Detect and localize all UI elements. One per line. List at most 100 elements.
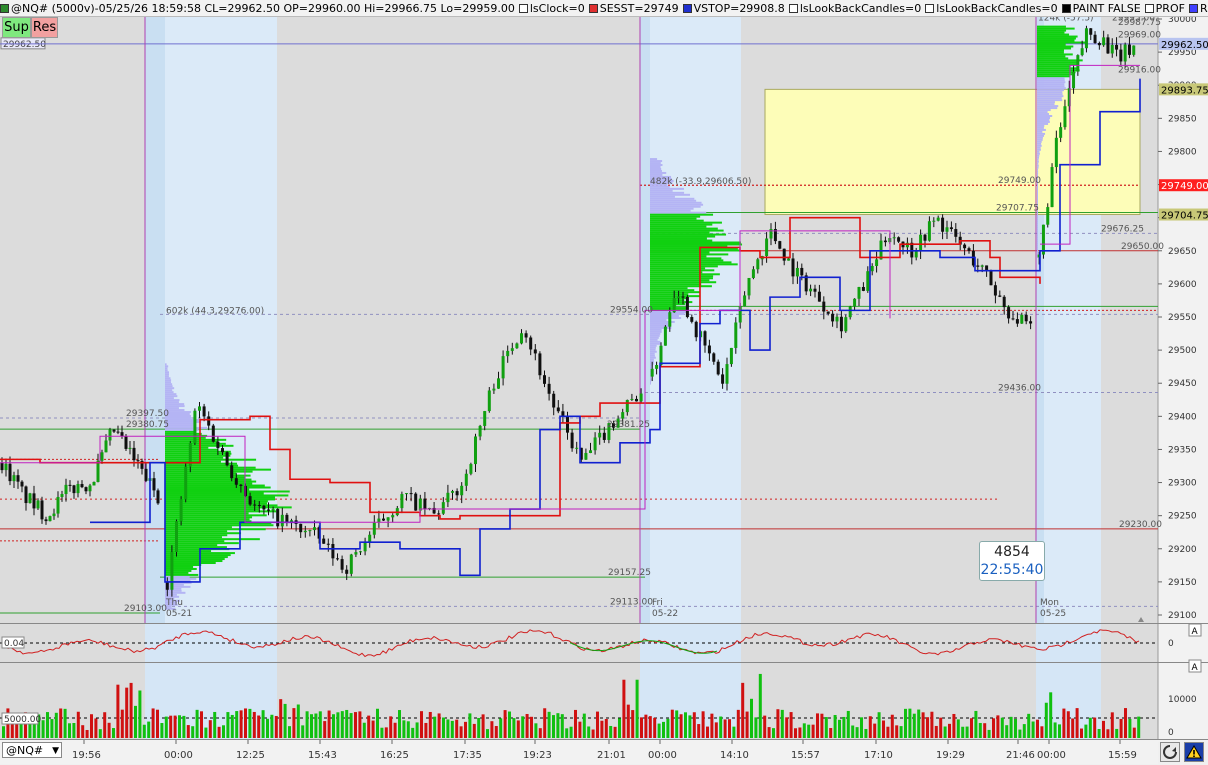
header-item-text: @NQ# (5000v)-05/25/26 18:59:58 CL=29962.… [11, 1, 515, 15]
volume-bar [142, 724, 146, 738]
candle-body [16, 475, 20, 482]
candle-body [826, 311, 830, 314]
volume-bar [1058, 724, 1061, 738]
volume-bar [516, 720, 520, 738]
volume-bar [692, 712, 696, 738]
candle-body [734, 322, 738, 348]
volume-profile-bar [1037, 142, 1042, 145]
volume-profile-bar [1037, 29, 1067, 32]
volume-profile-bar [1037, 43, 1066, 46]
volume-profile-bar [1037, 218, 1038, 221]
support-button[interactable]: Sup [2, 17, 31, 38]
volume-bar [464, 721, 467, 738]
candle-body [363, 542, 367, 552]
volume-profile-bar [650, 205, 701, 208]
candle-body [446, 492, 450, 503]
volume-profile-bar [650, 340, 661, 343]
candle-body [989, 271, 993, 286]
volume-profile-bar [165, 399, 180, 402]
volume-profile-bar [165, 403, 185, 406]
level-label: 29436.00 [998, 383, 1041, 393]
chart-canvas[interactable]: 3000029950299002985029800297502970029650… [0, 0, 1208, 765]
candle-body [980, 265, 984, 267]
alert-icon[interactable] [1184, 742, 1204, 762]
candle-body [211, 425, 215, 442]
profile-label: 602k (44.3,29276.00) [166, 307, 264, 317]
candle-body [1127, 44, 1131, 55]
volume-bar [970, 718, 973, 738]
volume-bar [811, 724, 815, 738]
candle-body [165, 581, 169, 590]
volume-profile-bar [165, 424, 195, 427]
volume-profile-bar [1037, 156, 1040, 159]
candle-body [685, 296, 689, 318]
volume-profile-bar [1037, 107, 1058, 110]
volume-profile-bar [1037, 27, 1075, 30]
volume-bar [904, 708, 907, 738]
candle-body [659, 345, 663, 366]
volume-profile-bar [650, 189, 673, 192]
volume-profile-bar [650, 207, 694, 210]
value-area-box [764, 88, 1141, 216]
volume-profile-bar [650, 378, 652, 381]
candle-body [963, 244, 967, 249]
volume-bar [32, 723, 36, 738]
volume-profile-bar [1037, 158, 1039, 161]
volume-profile-bar [1037, 99, 1063, 102]
volume-bar [604, 719, 608, 738]
volume-profile-bar [1037, 126, 1044, 129]
level-label: 29380.75 [126, 420, 169, 430]
volume-profile-bar [1037, 101, 1055, 104]
level-label: 29381.25 [607, 420, 650, 430]
left-price-tag-label: 29962.50 [3, 40, 46, 50]
volume-profile-bar [165, 454, 231, 457]
legend-swatch-icon [518, 3, 528, 13]
candle-body [575, 447, 579, 449]
volume-profile-bar [165, 518, 250, 521]
volume-bar [252, 711, 256, 738]
volume-profile-bar [1037, 242, 1038, 245]
volume-profile-bar [650, 317, 682, 319]
volume-bar [186, 725, 190, 738]
volume-bar [635, 679, 639, 738]
time-tick-label: 17:35 [453, 750, 482, 761]
candle-body [464, 473, 468, 486]
volume-profile-bar [650, 263, 738, 266]
volume-profile-bar [650, 173, 663, 176]
candle-body [285, 514, 289, 523]
candle-body [501, 356, 505, 379]
price-tag-label: 29749.00 [1161, 181, 1208, 192]
volume-profile-bar [1037, 198, 1038, 201]
level-label: 29230.00 [1119, 520, 1162, 530]
volume-bar [758, 673, 762, 738]
resistance-button[interactable]: Res [31, 17, 58, 38]
candle-body [547, 383, 551, 394]
volume-profile-bar [165, 401, 179, 404]
volume-profile-bar [650, 233, 727, 236]
candle-body [460, 485, 464, 496]
symbol-selector[interactable]: @NQ# ▼ [2, 742, 62, 758]
volume-bar [19, 724, 23, 738]
volume-profile-bar [165, 426, 208, 429]
volume-bar [98, 729, 102, 738]
volume-bar [182, 715, 186, 738]
candle-body [1063, 106, 1067, 128]
volume-bar [261, 710, 265, 738]
volume-profile-bar [1037, 113, 1050, 116]
candle-body [538, 353, 542, 376]
volume-bar [85, 729, 89, 738]
time-tick-label: 17:10 [864, 750, 893, 761]
candle-body [349, 554, 353, 574]
volume-profile-bar [165, 458, 257, 461]
volume-profile-bar [1037, 128, 1046, 131]
volume-profile-bar [650, 289, 695, 292]
volume-profile-bar [1037, 188, 1038, 191]
volume-bar [560, 714, 564, 738]
volume-profile-bar [1037, 228, 1038, 231]
refresh-icon[interactable] [1160, 742, 1180, 762]
volume-value-label: 5000.00 [4, 715, 41, 725]
volume-bar [948, 723, 951, 738]
candle-body [630, 398, 634, 400]
volume-profile-bar [165, 534, 228, 537]
price-tick-label: 29500 [1168, 346, 1197, 356]
